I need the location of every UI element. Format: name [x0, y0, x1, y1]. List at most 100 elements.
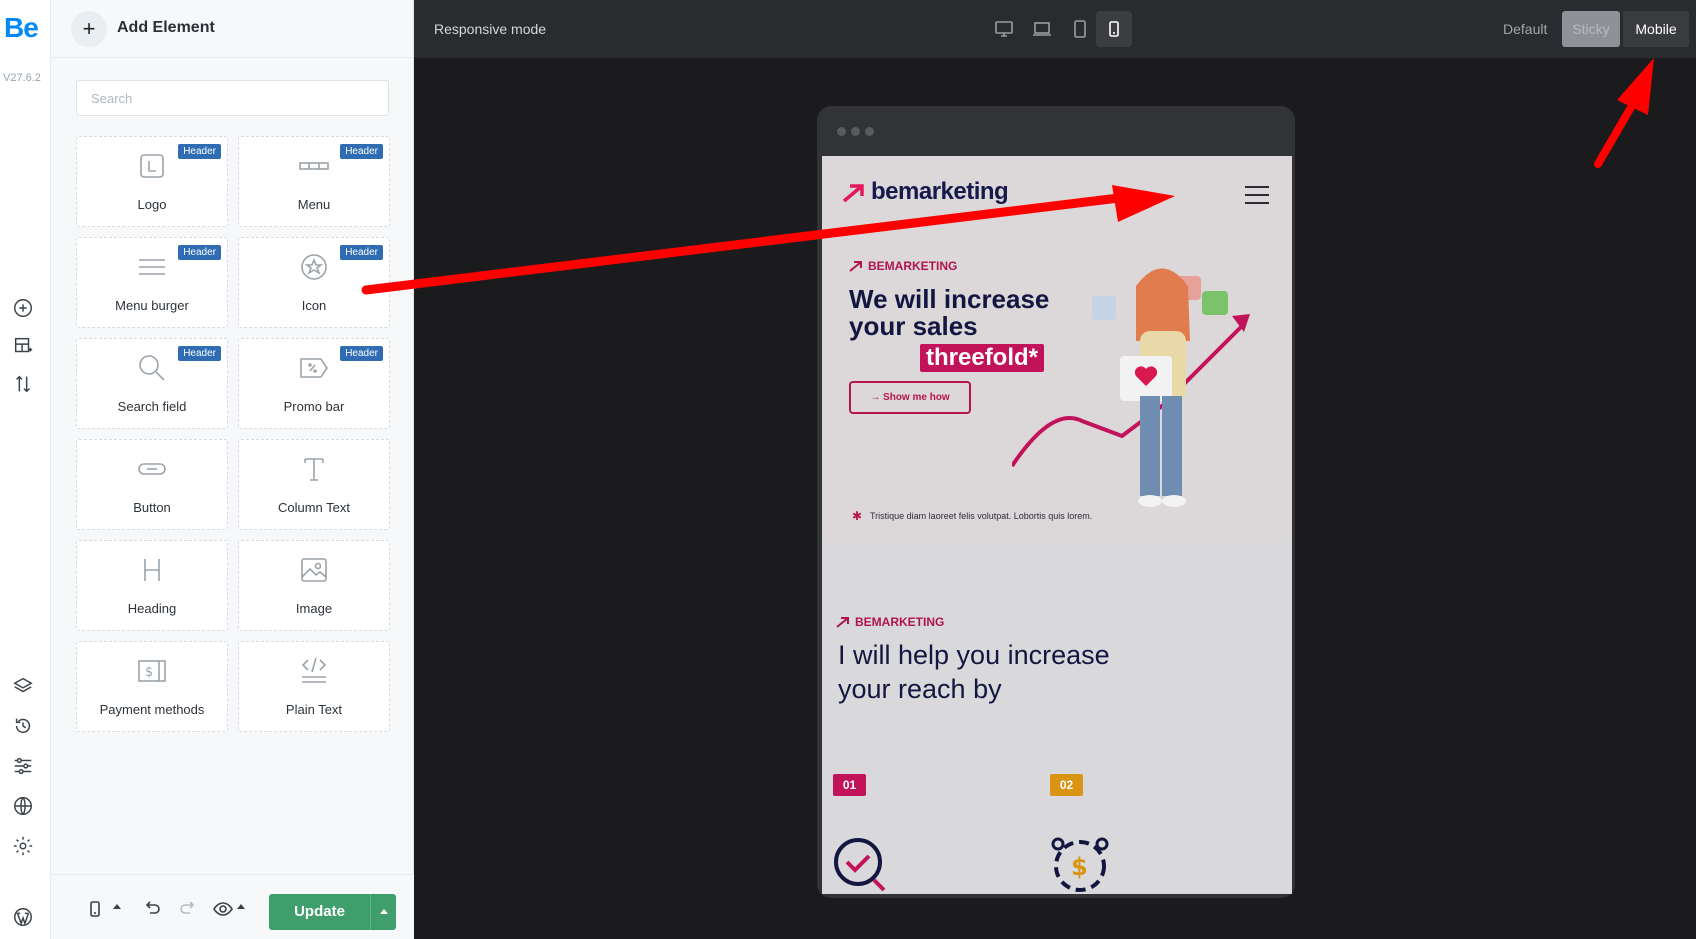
element-label: Menu	[297, 197, 331, 212]
left-rail: Be V27.6.2	[0, 0, 51, 939]
mode-mobile-button[interactable]: Mobile	[1623, 11, 1689, 47]
brand-arrow-icon	[842, 184, 864, 203]
search-icon	[137, 353, 167, 383]
element-tile-plain-text[interactable]: Plain Text	[238, 641, 390, 732]
svg-text:$: $	[145, 665, 153, 680]
mode-sticky-button[interactable]: Sticky	[1562, 11, 1620, 47]
text-icon	[299, 454, 329, 484]
promo-tag-icon	[299, 353, 329, 383]
element-tile-menu[interactable]: Header Menu	[238, 136, 390, 227]
element-label: Payment methods	[99, 702, 205, 717]
header-tag: Header	[340, 144, 383, 159]
tablet-icon[interactable]	[1062, 11, 1098, 47]
element-label: Button	[133, 500, 171, 515]
svg-text:$: $	[1071, 853, 1088, 881]
wordpress-icon[interactable]	[12, 906, 34, 928]
header-tag: Header	[340, 346, 383, 361]
undo-icon[interactable]	[142, 899, 162, 919]
element-label: Heading	[127, 601, 177, 616]
section-title: I will help you increase your reach by	[838, 640, 1110, 704]
element-label: Promo bar	[283, 399, 345, 414]
hero-section[interactable]: bemarketing BEMARKETING We will increase…	[822, 156, 1292, 541]
header-tag: Header	[178, 346, 221, 361]
hero-note: Tristique diam laoreet felis volutpat. L…	[870, 511, 1093, 521]
element-label: Search field	[117, 399, 187, 414]
panel-bottom-bar: Update	[51, 874, 414, 939]
version-label: V27.6.2	[3, 72, 41, 84]
window-dot	[865, 127, 874, 136]
mobile-icon[interactable]	[1096, 11, 1132, 47]
header-tag: Header	[178, 144, 221, 159]
button-icon	[137, 454, 167, 484]
heading-icon	[137, 555, 167, 585]
phone-frame: bemarketing BEMARKETING We will increase…	[817, 106, 1295, 898]
mode-default-button[interactable]: Default	[1503, 21, 1547, 37]
window-dot	[837, 127, 846, 136]
update-button[interactable]: Update	[269, 894, 370, 930]
mobile-device-icon[interactable]	[85, 899, 105, 919]
preview-caret-icon[interactable]	[237, 904, 245, 909]
star-icon	[299, 252, 329, 282]
element-label: Plain Text	[285, 702, 343, 717]
element-label: Column Text	[277, 500, 350, 515]
element-tile-payment-methods[interactable]: $ Payment methods	[76, 641, 228, 732]
be-logo[interactable]: Be	[4, 12, 39, 44]
element-tile-logo[interactable]: Header Logo	[76, 136, 228, 227]
element-tile-menu-burger[interactable]: Header Menu burger	[76, 237, 228, 328]
code-icon	[299, 656, 329, 686]
element-label: Logo	[137, 197, 167, 212]
element-label: Image	[295, 601, 333, 616]
desktop-icon[interactable]	[986, 11, 1022, 47]
update-options-icon[interactable]	[370, 894, 396, 930]
sections-icon[interactable]	[12, 335, 34, 357]
responsive-mode-label: Responsive mode	[434, 21, 547, 37]
top-bar: Responsive mode Default Sticky Mobile	[414, 0, 1696, 58]
logo-icon	[137, 151, 167, 181]
laptop-icon[interactable]	[1024, 11, 1060, 47]
add-element-panel: + Add Element Header Logo Header Menu He…	[51, 0, 414, 939]
history-icon[interactable]	[12, 715, 34, 737]
window-dot	[851, 127, 860, 136]
add-circle-icon[interactable]	[12, 297, 34, 319]
element-tile-icon[interactable]: Header Icon	[238, 237, 390, 328]
hamburger-menu-icon[interactable]	[1245, 186, 1269, 204]
brand-name[interactable]: bemarketing	[871, 178, 1009, 206]
preview-canvas: bemarketing BEMARKETING We will increase…	[414, 58, 1696, 939]
add-element-icon[interactable]: +	[71, 11, 107, 47]
panel-title: Add Element	[117, 19, 215, 36]
element-search-input[interactable]	[76, 80, 389, 116]
element-tile-heading[interactable]: Heading	[76, 540, 228, 631]
element-tile-image[interactable]: Image	[238, 540, 390, 631]
money-growth-icon: $	[1051, 837, 1109, 892]
payment-icon: $	[137, 656, 167, 686]
show-me-how-button[interactable]: → Show me how	[849, 381, 971, 414]
element-label: Menu burger	[115, 298, 189, 313]
burger-icon	[137, 252, 167, 282]
eyebrow-arrow-icon	[836, 617, 849, 628]
asterisk-icon: ✱	[852, 509, 863, 523]
panel-header: + Add Element	[51, 0, 414, 58]
mobile-preview-screen[interactable]: bemarketing BEMARKETING We will increase…	[822, 156, 1292, 894]
device-caret-icon[interactable]	[113, 904, 121, 909]
globe-icon[interactable]	[12, 795, 34, 817]
eyebrow-arrow-icon	[849, 261, 862, 272]
header-tag: Header	[178, 245, 221, 260]
gear-icon[interactable]	[12, 835, 34, 857]
element-tile-promo-bar[interactable]: Header Promo bar	[238, 338, 390, 429]
sort-icon[interactable]	[12, 373, 34, 395]
hero-illustration	[1012, 268, 1250, 507]
preview-eye-icon[interactable]	[213, 899, 233, 919]
hero-eyebrow: BEMARKETING	[868, 259, 958, 273]
redo-icon[interactable]	[178, 899, 198, 919]
element-tile-search-field[interactable]: Header Search field	[76, 338, 228, 429]
element-label: Icon	[301, 298, 327, 313]
image-icon	[299, 555, 329, 585]
check-target-icon	[834, 838, 886, 892]
step-badge-01: 01	[833, 774, 866, 796]
header-tag: Header	[340, 245, 383, 260]
element-tile-button[interactable]: Button	[76, 439, 228, 530]
settings-sliders-icon[interactable]	[12, 755, 34, 777]
section-eyebrow: BEMARKETING	[855, 615, 945, 629]
element-tile-column-text[interactable]: Column Text	[238, 439, 390, 530]
layers-icon[interactable]	[12, 675, 34, 697]
